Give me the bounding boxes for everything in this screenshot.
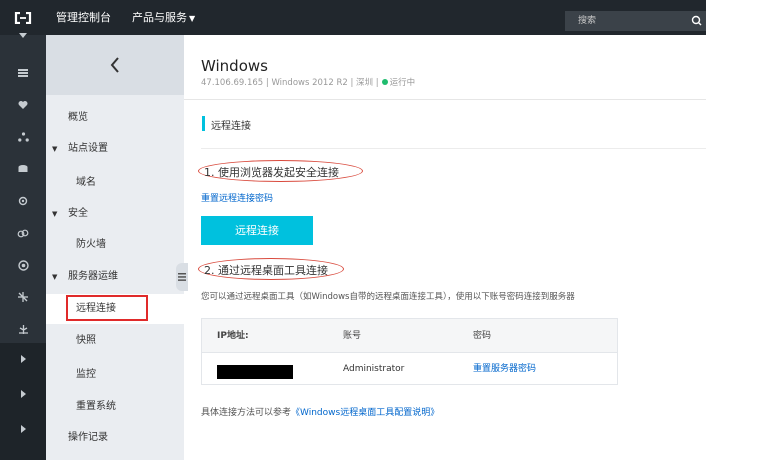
sidebar-item-firewall[interactable]: 防火墙 [46,230,184,260]
sidebar-item-label: 监控 [76,369,96,380]
product-icon-rail [0,33,46,460]
column-header: 密码 [473,331,492,341]
section-accent-bar [202,116,205,131]
sidebar-item-label: 站点设置 [68,143,108,154]
sidebar-item-label: 快照 [76,335,96,346]
sidebar-item-label: 远程连接 [76,303,116,314]
cluster-icon[interactable] [0,281,46,313]
sidebar-item-domain[interactable]: 域名 [46,168,184,198]
app-root: 管理控制台 产品与服务 ▼ 搜索 概览 ▼ 站点设置 域名 ▼ 安全 防火墙 ▼… [0,0,764,460]
sidebar-item-label: 重置系统 [76,401,116,412]
main-content: Windows 47.106.69.165 | Windows 2012 R2 … [184,35,706,460]
instance-os: Windows 2012 R2 [271,78,348,88]
caret-down-icon: ▼ [52,145,58,153]
reset-server-password-link[interactable]: 重置服务器密码 [473,363,536,375]
network-icon[interactable] [0,121,46,153]
step2-description: 您可以通过远程桌面工具（如Windows自带的远程桌面连接工具），使用以下账号密… [201,292,575,302]
sidebar-item-label: 服务器运维 [68,271,118,282]
logo-icon [14,11,32,24]
config-guide-link[interactable]: 《Windows远程桌面工具配置说明》 [291,408,439,418]
sidebar-group-server-ops[interactable]: ▼ 服务器运维 [46,262,184,292]
console-home-link[interactable]: 管理控制台 [56,0,111,35]
sidebar-item-label: 安全 [68,208,88,219]
settings-icon[interactable] [0,185,46,217]
chevron-right-icon[interactable] [0,413,46,445]
caret-down-icon: ▼ [52,273,58,281]
sidebar-item-label: 操作记录 [68,432,108,443]
table-header-row: IP地址: 账号 密码 [202,319,617,353]
monitor-icon[interactable] [0,249,46,281]
cloud-icon[interactable] [0,217,46,249]
top-bar: 管理控制台 产品与服务 ▼ [0,0,706,35]
sidebar-item-overview[interactable]: 概览 [46,103,184,133]
products-menu-label: 产品与服务 [132,11,187,24]
step2-title: 2. 通过远程桌面工具连接 [204,264,328,277]
search-icon[interactable] [690,13,704,29]
help-note-text: 具体连接方法可以参考 [201,408,292,418]
back-button[interactable] [46,35,184,95]
help-note: 具体连接方法可以参考《Windows远程桌面工具配置说明》 [201,405,439,418]
masked-ip-value [217,365,293,379]
table-row: Administrator 重置服务器密码 [202,353,617,385]
instance-sidebar: 概览 ▼ 站点设置 域名 ▼ 安全 防火墙 ▼ 服务器运维 远程连接 快照 监控 [46,35,184,460]
section-title: 远程连接 [211,121,251,132]
sidebar-item-remote-connection[interactable]: 远程连接 [46,294,184,324]
credentials-table: IP地址: 账号 密码 Administrator 重置服务器密码 [201,318,618,385]
list-menu-icon[interactable] [0,57,46,89]
remote-connect-button[interactable]: 远程连接 [201,216,313,245]
chevron-right-icon[interactable] [0,343,46,375]
database-icon[interactable] [0,153,46,185]
step1-title: 1. 使用浏览器发起安全连接 [204,166,339,179]
column-header: 账号 [343,331,362,341]
rail-expand-section [0,343,46,460]
chevron-right-icon[interactable] [0,378,46,410]
sidebar-item-monitoring[interactable]: 监控 [46,360,184,390]
sidebar-item-operation-log[interactable]: 操作记录 [46,423,184,453]
search-input[interactable] [565,11,686,31]
instance-ip: 47.106.69.165 [201,78,264,88]
column-header: IP地址: [217,331,249,341]
sidebar-item-label: 防火墙 [76,239,106,250]
reset-remote-password-link[interactable]: 重置远程连接密码 [201,191,273,204]
caret-down-icon: ▼ [52,210,58,218]
status-dot-icon [381,79,388,85]
search-box [565,11,706,31]
instance-meta: 47.106.69.165 | Windows 2012 R2 | 深圳 | 运行… [201,78,416,88]
instance-header: Windows 47.106.69.165 | Windows 2012 R2 … [184,35,706,100]
sidebar-item-label: 概览 [68,112,88,123]
sidebar-group-security[interactable]: ▼ 安全 [46,199,184,229]
collapse-rail-icon[interactable] [0,27,46,45]
account-value: Administrator [343,364,405,374]
products-menu[interactable]: 产品与服务 ▼ [124,0,203,35]
chevron-left-icon [110,57,119,73]
sidebar-item-label: 域名 [76,177,96,188]
caret-down-icon: ▼ [189,14,196,23]
tree-icon[interactable] [0,313,46,345]
sidebar-item-snapshot[interactable]: 快照 [46,326,184,356]
instance-region: 深圳 [356,78,374,88]
heart-icon[interactable] [0,89,46,121]
status-badge: 运行中 [389,78,416,88]
sidebar-group-site-settings[interactable]: ▼ 站点设置 [46,134,184,164]
section-divider [201,148,706,149]
sidebar-item-reset-system[interactable]: 重置系统 [46,392,184,422]
page-title: Windows [201,57,268,75]
